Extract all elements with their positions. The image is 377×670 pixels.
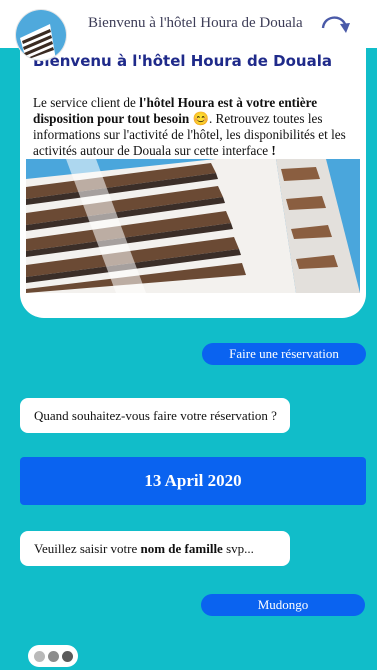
date-question-text: Quand souhaitez-vous faire votre réserva… — [34, 407, 277, 423]
refresh-arrow-icon[interactable] — [318, 10, 354, 40]
hotel-avatar — [16, 10, 66, 60]
smile-emoji-icon: 😊 — [192, 111, 209, 126]
typing-dot-icon — [33, 650, 45, 662]
hotel-building-image — [26, 159, 360, 293]
welcome-text-end: ! — [271, 143, 276, 158]
name-question-bubble: Veuillez saisir votre nom de famille svp… — [20, 531, 290, 566]
name-question-suffix: svp... — [226, 540, 254, 556]
typing-dot-icon — [61, 650, 73, 662]
typing-dot-icon — [47, 650, 59, 662]
typing-indicator — [28, 645, 78, 667]
date-answer-button[interactable]: 13 April 2020 — [20, 457, 366, 505]
welcome-card-title: Bienvenu à l'hôtel Houra de Douala — [33, 52, 332, 70]
name-question-bold: nom de famille — [140, 540, 223, 556]
welcome-card-text: Le service client de l'hôtel Houra est à… — [33, 95, 361, 159]
reservation-button[interactable]: Faire une réservation — [202, 343, 366, 365]
date-question-bubble: Quand souhaitez-vous faire votre réserva… — [20, 398, 290, 433]
name-question-prefix: Veuillez saisir votre — [34, 540, 138, 556]
welcome-card: Bienvenu à l'hôtel Houra de Douala Le se… — [20, 38, 366, 318]
name-answer-button[interactable]: Mudongo — [201, 594, 365, 616]
header-title: Bienvenu à l'hôtel Houra de Douala — [88, 15, 303, 31]
welcome-text-start: Le service client de — [33, 95, 140, 110]
